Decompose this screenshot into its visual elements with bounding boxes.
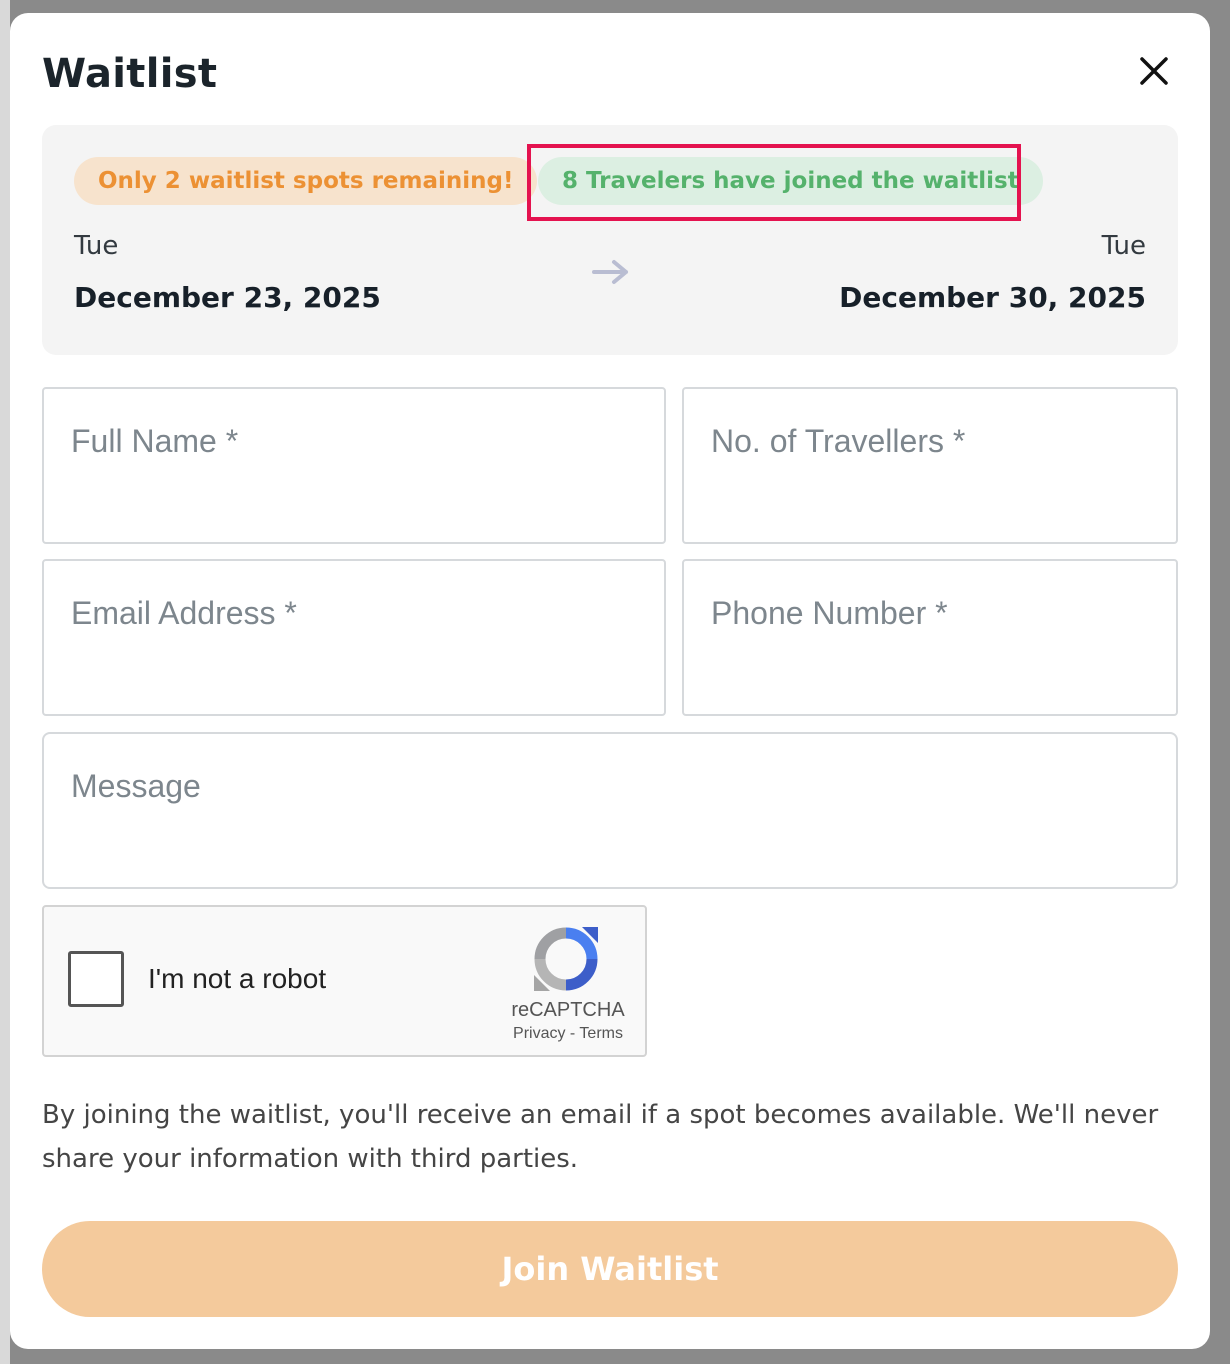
end-date: December 30, 2025 xyxy=(839,281,1146,314)
recaptcha-logo-icon xyxy=(534,927,598,991)
email-field[interactable]: Email Address * xyxy=(42,559,666,716)
spots-remaining-badge: Only 2 waitlist spots remaining! xyxy=(74,157,538,205)
message-placeholder: Message xyxy=(71,768,201,804)
trip-summary: Only 2 waitlist spots remaining! 8 Trave… xyxy=(42,125,1178,355)
join-waitlist-button[interactable]: Join Waitlist xyxy=(42,1221,1178,1317)
phone-field[interactable]: Phone Number * xyxy=(682,559,1178,716)
privacy-notice: By joining the waitlist, you'll receive … xyxy=(42,1100,1159,1174)
recaptcha-links[interactable]: Privacy - Terms xyxy=(494,1025,642,1043)
arrow-right-icon xyxy=(592,260,628,284)
waitlist-modal: Waitlist Only 2 waitlist spots remaining… xyxy=(10,13,1210,1349)
travellers-placeholder: No. of Travellers * xyxy=(711,423,966,459)
start-day: Tue xyxy=(74,231,119,261)
full-name-field[interactable]: Full Name * xyxy=(42,387,666,544)
close-button[interactable] xyxy=(1136,53,1172,89)
recaptcha-widget: I'm not a robot reCAPTCHA Privacy - Term… xyxy=(42,905,647,1057)
email-placeholder: Email Address * xyxy=(71,595,297,631)
phone-placeholder: Phone Number * xyxy=(711,595,948,631)
close-icon xyxy=(1140,57,1168,85)
modal-title: Waitlist xyxy=(42,51,218,97)
full-name-placeholder: Full Name * xyxy=(71,423,239,459)
recaptcha-checkbox[interactable] xyxy=(68,951,124,1007)
end-day: Tue xyxy=(1101,231,1146,261)
recaptcha-label: I'm not a robot xyxy=(148,963,327,994)
start-date: December 23, 2025 xyxy=(74,281,381,314)
message-field[interactable]: Message xyxy=(42,732,1178,889)
background-page xyxy=(0,0,10,1364)
recaptcha-brand: reCAPTCHA xyxy=(511,999,625,1021)
travelers-joined-badge: 8 Travelers have joined the waitlist xyxy=(538,157,1043,205)
travellers-field[interactable]: No. of Travellers * xyxy=(682,387,1178,544)
